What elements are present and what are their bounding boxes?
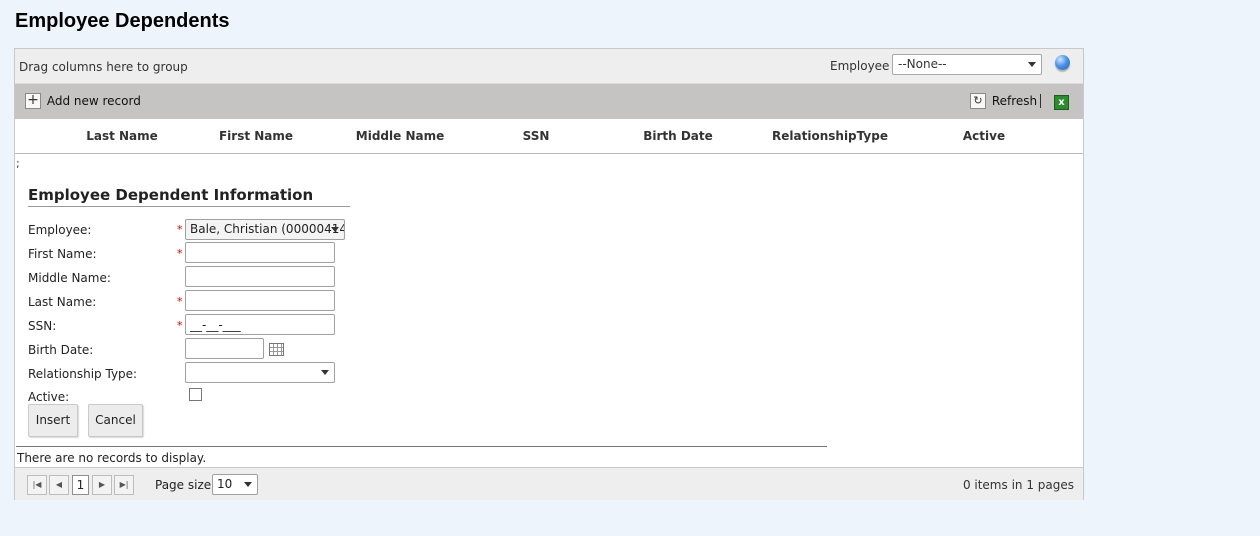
plus-icon: + [25,93,41,109]
first-page-icon[interactable]: |◀ [27,475,47,495]
cancel-button[interactable]: Cancel [88,404,143,437]
column-header-ssn[interactable]: SSN [523,129,550,143]
active-label: Active: [28,390,70,404]
refresh-label: Refresh [991,94,1038,108]
ssn-input[interactable] [185,314,335,335]
last-name-label: Last Name: [28,295,97,309]
column-header-active[interactable]: Active [963,129,1005,143]
middle-name-input[interactable] [185,266,335,287]
first-name-label: First Name: [28,247,97,261]
toolbar-separator [1040,94,1041,108]
items-info: 0 items in 1 pages [962,478,1074,492]
employee-filter-value: --None-- [898,57,947,71]
page-size-select[interactable]: 10 [212,474,258,495]
column-header-birth-date[interactable]: Birth Date [643,129,713,143]
required-marker: * [177,295,183,308]
employee-filter-select[interactable]: --None-- [892,54,1042,75]
column-header-relationship-type[interactable]: RelationshipType [772,129,888,143]
no-records-message: There are no records to display. [17,451,207,465]
page-title: Employee Dependents [15,10,230,32]
last-page-icon[interactable]: ▶| [114,475,134,495]
employee-field-select[interactable]: Bale, Christian (00000414 [185,219,345,240]
page-number-1[interactable]: 1 [72,475,89,495]
add-new-record-label: Add new record [46,94,141,108]
column-header-middle-name[interactable]: Middle Name [356,129,444,143]
group-hint: Drag columns here to group [19,60,188,74]
employee-filter-label: Employee [830,59,890,73]
active-checkbox[interactable] [189,388,202,401]
required-marker: * [177,319,183,332]
chevron-down-icon [321,370,329,375]
ssn-label: SSN: [28,319,57,333]
next-page-icon[interactable]: ▶ [92,475,112,495]
chevron-down-icon [1028,62,1036,67]
group-panel: Drag columns here to group Employee --No… [15,49,1083,84]
chevron-down-icon [244,482,252,487]
employee-field-label: Employee: [28,223,92,237]
last-name-input[interactable] [185,290,335,311]
page-size-value: 10 [217,477,233,491]
required-marker: * [177,247,183,260]
relationship-type-select[interactable] [185,362,335,383]
insert-button[interactable]: Insert [28,404,78,437]
stray-text: ; [16,157,20,170]
form-divider [16,446,827,447]
refresh-button[interactable]: ↻ Refresh [970,93,1037,111]
grid-toolbar: + Add new record ↻ Refresh x [15,84,1083,119]
chevron-down-icon [331,227,339,232]
form-title: Employee Dependent Information [28,186,350,207]
export-excel-icon[interactable]: x [1054,95,1069,110]
relationship-type-label: Relationship Type: [28,367,138,381]
column-header-last-name[interactable]: Last Name [86,129,158,143]
refresh-icon: ↻ [970,93,986,109]
prev-page-icon[interactable]: ◀ [49,475,69,495]
required-marker: * [177,223,183,236]
calendar-icon[interactable] [269,343,284,356]
column-header-row: Last Name First Name Middle Name SSN Bir… [15,119,1083,154]
dependents-grid: Drag columns here to group Employee --No… [14,48,1084,500]
page-size-label: Page size: [155,478,216,492]
middle-name-label: Middle Name: [28,271,111,285]
birth-date-input[interactable] [185,338,264,359]
birth-date-label: Birth Date: [28,343,94,357]
pager: |◀ ◀ 1 ▶ ▶| Page size: 10 0 items in 1 p… [15,467,1083,500]
employee-field-value: Bale, Christian (00000414 [190,222,345,236]
column-header-first-name[interactable]: First Name [219,129,293,143]
first-name-input[interactable] [185,242,335,263]
add-new-record-button[interactable]: + Add new record [25,93,141,111]
globe-icon[interactable] [1055,55,1070,70]
